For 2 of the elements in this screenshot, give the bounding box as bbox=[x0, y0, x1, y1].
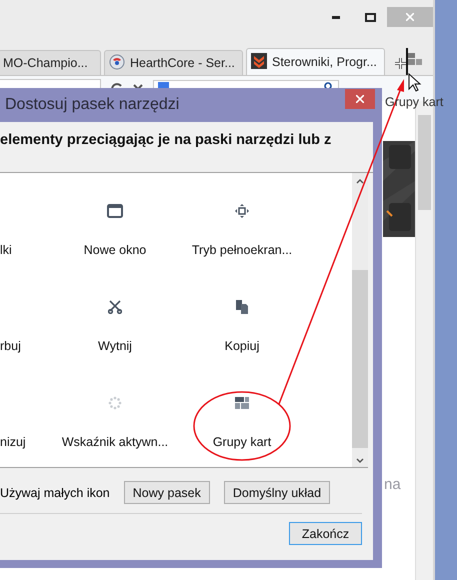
dialog-title: Dostosuj pasek narzędzi bbox=[4, 96, 180, 114]
page-text: na bbox=[384, 476, 401, 493]
